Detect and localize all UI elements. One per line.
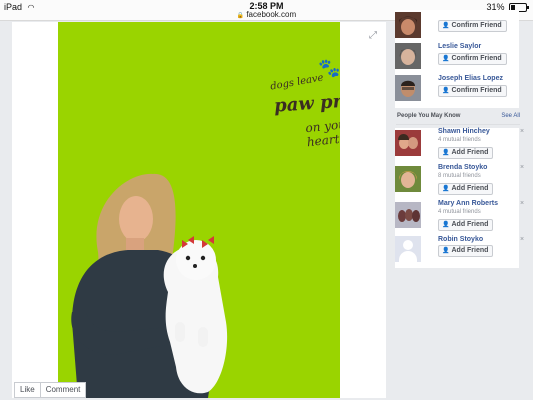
expand-icon[interactable]: ⤢ — [369, 30, 377, 41]
mutual-friends[interactable]: 4 mutual friends — [438, 209, 481, 215]
person-name[interactable]: Brenda Stoyko — [438, 164, 487, 171]
people-you-may-know-header: People You May Know See All — [396, 110, 520, 124]
suggested-person: Shawn Hinchey 4 mutual friends 👤 Add Frie… — [395, 128, 530, 162]
button-label: Add Friend — [451, 185, 489, 192]
add-friend-button[interactable]: 👤 Add Friend — [438, 147, 494, 159]
close-icon[interactable]: × — [520, 128, 524, 135]
button-label: Confirm Friend — [451, 55, 502, 62]
default-avatar[interactable] — [395, 236, 421, 263]
person-name[interactable]: Leslie Saylor — [438, 43, 481, 50]
mutual-friends[interactable]: 8 mutual friends — [438, 173, 481, 179]
avatar[interactable] — [395, 130, 421, 156]
suggested-person: Brenda Stoyko 8 mutual friends 👤 Add Frie… — [395, 164, 530, 198]
avatar[interactable] — [395, 43, 421, 69]
avatar[interactable] — [395, 12, 421, 38]
add-person-icon: 👤 — [442, 248, 450, 254]
confirm-friend-button[interactable]: 👤 Confirm Friend — [438, 53, 507, 65]
confirm-friend-button[interactable]: 👤 Confirm Friend — [438, 20, 507, 32]
button-label: Confirm Friend — [451, 22, 502, 29]
add-friend-button[interactable]: 👤 Add Friend — [438, 183, 494, 195]
add-person-icon: 👤 — [442, 56, 450, 62]
lock-icon: 🔒 — [236, 13, 245, 19]
person-name[interactable]: Joseph Elias Lopez — [438, 75, 503, 82]
divider — [396, 124, 520, 125]
add-friend-button[interactable]: 👤 Add Friend — [438, 219, 494, 231]
avatar[interactable] — [395, 202, 421, 228]
url-text: facebook.com — [246, 10, 297, 19]
section-title: People You May Know — [397, 113, 461, 119]
mutual-friends[interactable]: 4 mutual friends — [438, 137, 481, 143]
photo-subject — [71, 173, 228, 398]
person-name[interactable]: Mary Ann Roberts — [438, 200, 498, 207]
people-you-may-know-card: Shawn Hinchey 4 mutual friends 👤 Add Frie… — [395, 128, 524, 268]
button-label: Add Friend — [451, 221, 489, 228]
photo[interactable]: 🐾 🐾 dogs leave paw prints on your heart — [58, 22, 340, 398]
add-friend-button[interactable]: 👤 Add Friend — [438, 245, 494, 257]
like-comment-bar: Like Comment — [14, 382, 87, 398]
button-label: Add Friend — [451, 149, 489, 156]
add-person-icon: 👤 — [442, 150, 450, 156]
button-label: Add Friend — [451, 247, 489, 254]
friend-request-item: Leslie Saylor 👤 Confirm Friend — [395, 43, 530, 77]
friend-request-item: Joseph Elias Lopez 👤 Confirm Friend — [395, 75, 530, 109]
friend-requests-card: 👤 Confirm Friend Leslie Saylor 👤 Confirm F… — [395, 10, 519, 108]
person-name[interactable]: Robin Stoyko — [438, 236, 483, 243]
person-name[interactable]: Shawn Hinchey — [438, 128, 490, 135]
friend-request-item: 👤 Confirm Friend — [395, 10, 530, 44]
suggested-person: Robin Stoyko 👤 Add Friend × — [395, 236, 530, 270]
avatar[interactable] — [395, 75, 421, 101]
see-all-link[interactable]: See All — [501, 113, 520, 119]
add-person-icon: 👤 — [442, 222, 450, 228]
avatar[interactable] — [395, 166, 421, 192]
like-button[interactable]: Like — [15, 383, 40, 397]
close-icon[interactable]: × — [520, 164, 524, 171]
add-person-icon: 👤 — [442, 88, 450, 94]
add-person-icon: 👤 — [442, 186, 450, 192]
comment-button[interactable]: Comment — [39, 383, 86, 397]
confirm-friend-button[interactable]: 👤 Confirm Friend — [438, 85, 507, 97]
close-icon[interactable]: × — [520, 200, 524, 207]
close-icon[interactable]: × — [520, 236, 524, 243]
add-person-icon: 👤 — [442, 23, 450, 29]
button-label: Confirm Friend — [451, 87, 502, 94]
right-sidebar: 👤 Confirm Friend Leslie Saylor 👤 Confirm F… — [387, 0, 533, 400]
suggested-person: Mary Ann Roberts 4 mutual friends 👤 Add F… — [395, 200, 530, 234]
